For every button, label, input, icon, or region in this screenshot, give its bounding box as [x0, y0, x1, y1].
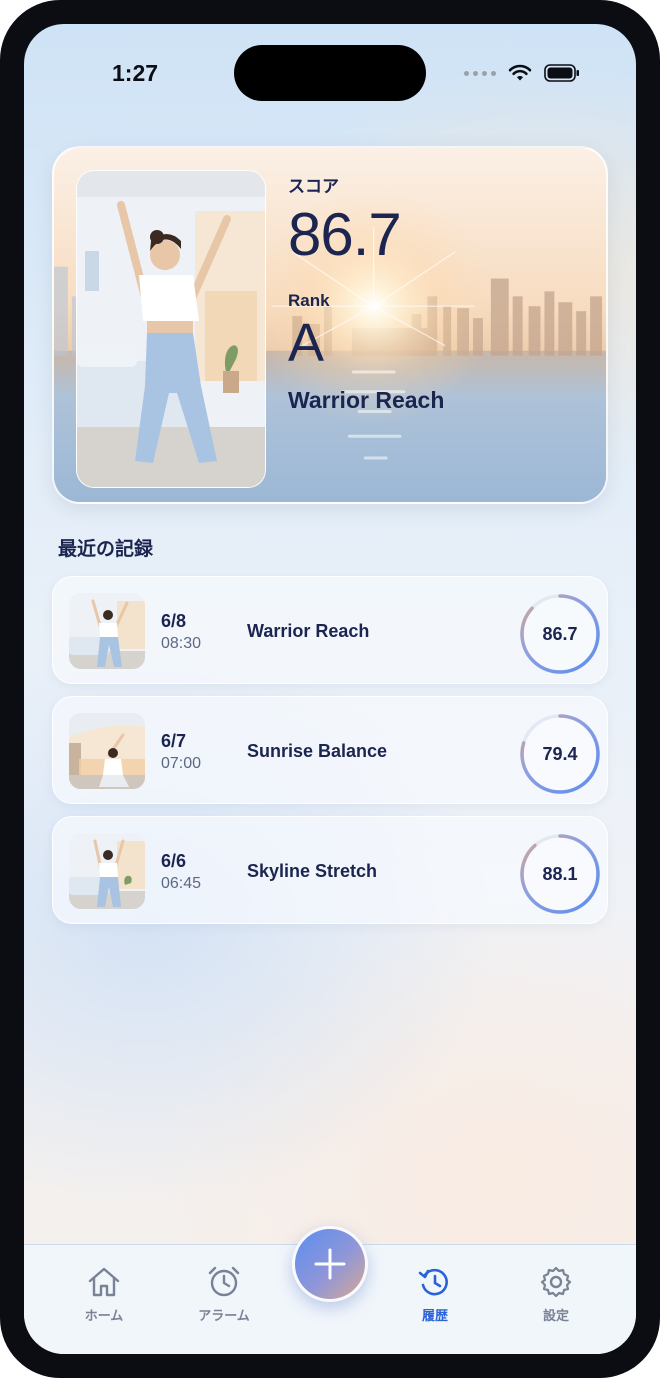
signal-icon [464, 70, 496, 76]
pose-thumbnail-image [69, 593, 145, 669]
recent-records-list: 6/8 08:30 Warrior Reach 86.7 6/7 07:00 S… [52, 576, 608, 936]
gear-icon [540, 1266, 572, 1298]
record-time: 06:45 [161, 875, 202, 892]
tab-alarm[interactable]: アラーム [174, 1265, 274, 1324]
alarm-clock-icon [208, 1266, 240, 1297]
woman-stretching-illustration [77, 171, 265, 487]
record-time: 08:30 [161, 635, 202, 652]
status-icons [464, 64, 580, 82]
hero-text: スコア 86.7 Rank A Warrior Reach [288, 172, 444, 414]
tab-home-label: ホーム [84, 1308, 124, 1323]
record-time: 07:00 [161, 755, 202, 772]
device-frame: 1:27 スコア 86.7 Rank A Warrior Reach 最近の記録… [0, 0, 660, 1378]
rank-label: Rank [288, 291, 330, 310]
plus-icon [314, 1248, 346, 1280]
exercise-name: Warrior Reach [288, 387, 445, 413]
tab-home[interactable]: ホーム [54, 1265, 154, 1324]
record-exercise-name: Skyline Stretch [247, 861, 378, 881]
recent-records-title: 最近の記録 [58, 539, 154, 560]
tab-history-label: 履歴 [421, 1308, 448, 1323]
pose-thumbnail-image [69, 713, 145, 789]
record-score: 86.7 [542, 623, 578, 644]
record-thumbnail [69, 833, 145, 909]
tab-settings[interactable]: 設定 [506, 1265, 606, 1324]
history-icon [418, 1268, 448, 1296]
dynamic-island [234, 45, 426, 101]
tab-settings-label: 設定 [542, 1308, 569, 1323]
record-score: 88.1 [542, 863, 578, 884]
record-score: 79.4 [542, 743, 578, 764]
score-label: スコア [288, 177, 339, 196]
record-row[interactable]: 6/7 07:00 Sunrise Balance 79.4 [52, 696, 608, 804]
add-button[interactable] [292, 1226, 368, 1302]
pose-photo [76, 170, 266, 488]
pose-thumbnail-image [69, 833, 145, 909]
record-row[interactable]: 6/6 06:45 Skyline Stretch 88.1 [52, 816, 608, 924]
record-exercise-name: Warrior Reach [247, 621, 370, 641]
tab-alarm-label: アラーム [198, 1308, 250, 1323]
app-screen: 1:27 スコア 86.7 Rank A Warrior Reach 最近の記録… [24, 24, 636, 1354]
record-row[interactable]: 6/8 08:30 Warrior Reach 86.7 [52, 576, 608, 684]
record-date: 6/6 [161, 851, 187, 871]
record-exercise-name: Sunrise Balance [247, 741, 388, 761]
home-icon [88, 1267, 120, 1297]
wifi-icon [508, 64, 532, 81]
tab-history[interactable]: 履歴 [385, 1265, 485, 1324]
record-date: 6/7 [161, 731, 187, 751]
latest-result-card[interactable]: スコア 86.7 Rank A Warrior Reach [52, 146, 608, 504]
record-thumbnail [69, 713, 145, 789]
score-value: 86.7 [288, 201, 402, 268]
record-date: 6/8 [161, 611, 187, 631]
battery-icon [544, 64, 579, 82]
rank-value: A [288, 313, 325, 373]
record-thumbnail [69, 593, 145, 669]
status-time: 1:27 [112, 60, 159, 86]
